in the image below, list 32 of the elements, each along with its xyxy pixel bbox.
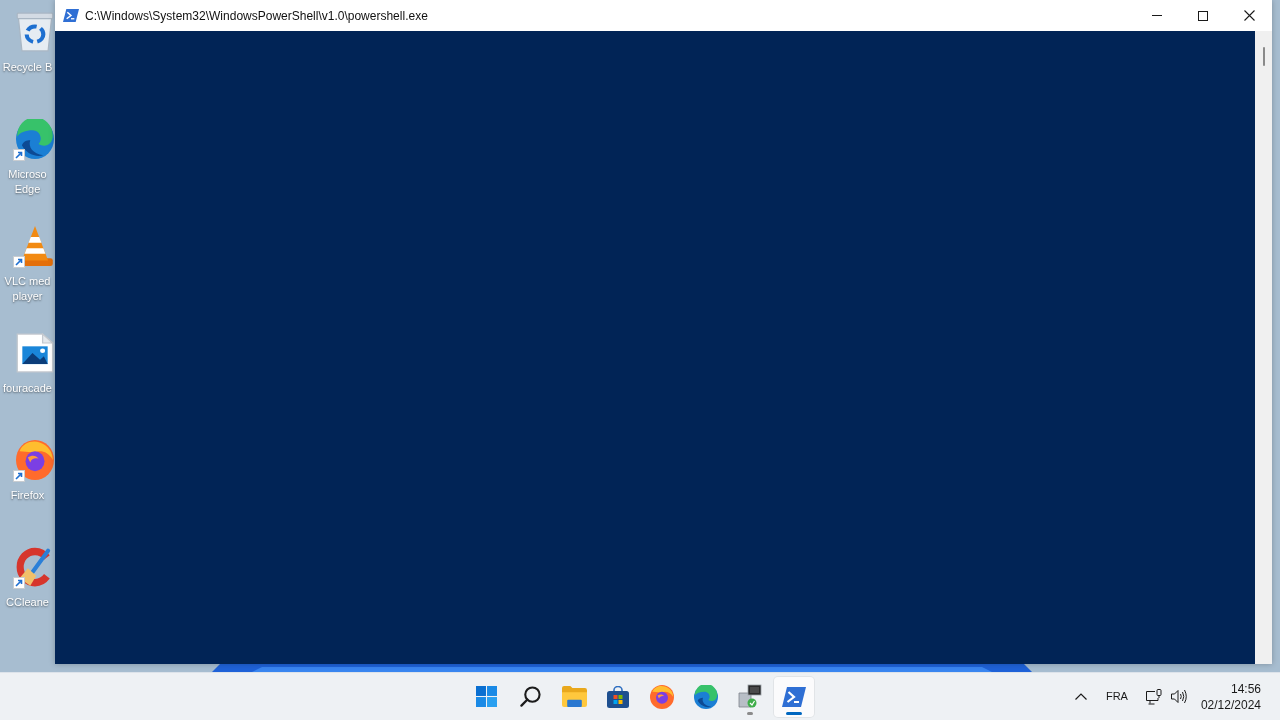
scrollbar[interactable]: [1255, 31, 1272, 664]
desktop-icon-label[interactable]: Recycle B: [0, 60, 55, 75]
taskbar-app-button[interactable]: [774, 676, 814, 717]
desktop-icon-label[interactable]: CCleane: [0, 595, 55, 610]
scrollbar-thumb[interactable]: [1262, 47, 1265, 66]
terminal-prompt-icon: [63, 9, 79, 22]
shopping-bag-icon: [607, 685, 629, 708]
network-monitor-icon[interactable]: [1145, 688, 1162, 705]
desktop-icon-label[interactable]: fouracade: [0, 381, 55, 396]
image-file-icon[interactable]: [16, 333, 54, 373]
desktop-icon-label[interactable]: VLC med player: [0, 274, 55, 304]
firefox-icon[interactable]: [16, 440, 54, 480]
edge-icon: [694, 684, 718, 709]
windows-logo-icon: [475, 686, 497, 707]
folder-icon: [561, 686, 587, 707]
installer-icon: [738, 683, 762, 710]
firefox-icon: [650, 684, 674, 709]
clock-date[interactable]: 02/12/2024: [1200, 696, 1261, 713]
window-title: C:\Windows\System32\WindowsPowerShell\v1.0\powershell.exe: [85, 7, 428, 25]
maximize-icon: [1198, 10, 1208, 21]
chevron-up-icon: [1074, 693, 1087, 700]
terminal-prompt-icon: [782, 686, 806, 707]
language-indicator[interactable]: FRA: [1105, 688, 1128, 705]
search-icon: [519, 686, 541, 707]
close-icon: [1243, 10, 1255, 21]
desktop-icon-label[interactable]: Firefox: [0, 488, 55, 503]
speaker-icon[interactable]: [1170, 689, 1187, 704]
recycle-bin-icon[interactable]: [16, 12, 54, 52]
edge-icon[interactable]: [16, 119, 54, 159]
desktop-icon-label[interactable]: Microso Edge: [0, 167, 55, 197]
minimize-icon: [1152, 15, 1162, 16]
clock-time[interactable]: 14:56: [1230, 680, 1261, 697]
